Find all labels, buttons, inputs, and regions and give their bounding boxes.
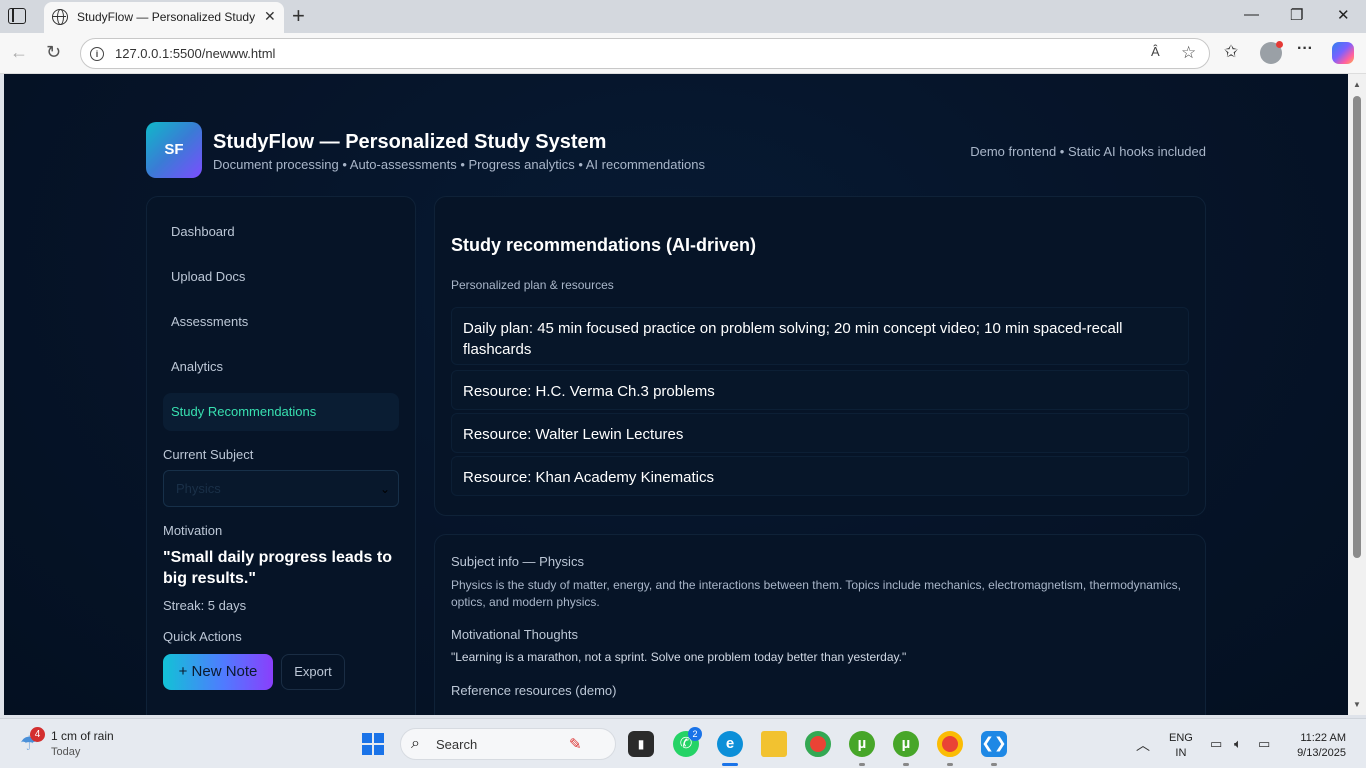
sidebar-item-dashboard[interactable]: Dashboard bbox=[163, 213, 399, 251]
recommendation-item: Resource: Walter Lewin Lectures bbox=[451, 413, 1189, 453]
weather-day: Today bbox=[51, 746, 81, 758]
app-indicator bbox=[947, 763, 953, 766]
browser-tab-bar: StudyFlow — Personalized Study S ✕ + — ❐… bbox=[0, 0, 1366, 33]
clock-time: 11:22 AM bbox=[1300, 732, 1346, 744]
region-code: IN bbox=[1175, 747, 1187, 759]
chevron-down-icon: ⌄ bbox=[379, 482, 390, 496]
recommendation-item: Resource: Khan Academy Kinematics bbox=[451, 456, 1189, 496]
page-scrollbar[interactable]: ▲ ▼ bbox=[1348, 74, 1366, 715]
app-indicator bbox=[903, 763, 909, 766]
recommendations-card: Study recommendations (AI-driven) Person… bbox=[434, 196, 1206, 516]
new-note-button[interactable]: + New Note bbox=[163, 654, 273, 690]
language-code: ENG bbox=[1169, 732, 1193, 744]
recommendation-item: Daily plan: 45 min focused practice on p… bbox=[451, 307, 1189, 365]
minimize-button[interactable]: — bbox=[1244, 6, 1259, 23]
scroll-up-icon[interactable]: ▲ bbox=[1353, 80, 1361, 89]
subject-info-heading: Subject info — Physics bbox=[451, 554, 584, 569]
address-bar-row: ← ↻ i 127.0.0.1:5500/newww.html Â ☆ ✩ ·… bbox=[0, 33, 1366, 74]
profile-notification-dot bbox=[1276, 41, 1283, 48]
app-indicator bbox=[859, 763, 865, 766]
scroll-down-icon[interactable]: ▼ bbox=[1353, 700, 1361, 709]
back-arrow-icon[interactable]: ← bbox=[10, 42, 28, 63]
info-icon[interactable]: i bbox=[90, 47, 104, 61]
restore-button[interactable]: ❐ bbox=[1290, 6, 1303, 24]
utorrent-icon[interactable]: µ bbox=[849, 731, 875, 757]
weather-badge: 4 bbox=[30, 727, 45, 742]
search-highlight-icon: ✎ bbox=[569, 736, 582, 753]
app-logo: SF bbox=[146, 122, 202, 178]
favorites-icon[interactable]: ✩ bbox=[1224, 42, 1238, 62]
close-window-button[interactable]: ✕ bbox=[1337, 6, 1350, 24]
subject-info-card: Subject info — Physics Physics is the st… bbox=[434, 534, 1206, 715]
url-field[interactable]: i 127.0.0.1:5500/newww.html Â ☆ bbox=[80, 38, 1210, 69]
recommendations-subtitle: Personalized plan & resources bbox=[451, 278, 614, 292]
clock-date: 9/13/2025 bbox=[1297, 747, 1346, 759]
export-button[interactable]: Export bbox=[281, 654, 345, 690]
sidebar-item-analytics[interactable]: Analytics bbox=[163, 348, 399, 386]
page-viewport: SF StudyFlow — Personalized Study System… bbox=[4, 74, 1348, 715]
app-subtitle: Document processing • Auto-assessments •… bbox=[213, 157, 705, 172]
task-view-icon[interactable]: ▮ bbox=[628, 731, 654, 757]
sidebar-item-study-recommendations[interactable]: Study Recommendations bbox=[163, 393, 399, 431]
reference-resources-label: Reference resources (demo) bbox=[451, 683, 617, 698]
chrome-icon[interactable] bbox=[805, 731, 831, 757]
new-tab-button[interactable]: + bbox=[292, 3, 305, 29]
recommendation-item: Resource: H.C. Verma Ch.3 problems bbox=[451, 370, 1189, 410]
search-icon: ⌕ bbox=[411, 735, 420, 752]
edge-active-indicator bbox=[722, 763, 738, 766]
tab-close-icon[interactable]: ✕ bbox=[264, 8, 276, 25]
motivational-thought: "Learning is a marathon, not a sprint. S… bbox=[451, 650, 907, 664]
url-text[interactable]: 127.0.0.1:5500/newww.html bbox=[115, 46, 275, 61]
tab-actions-icon[interactable] bbox=[8, 8, 26, 24]
tab-title: StudyFlow — Personalized Study S bbox=[77, 10, 257, 24]
network-icon[interactable]: ▭ bbox=[1210, 736, 1222, 752]
vscode-icon[interactable]: ❮❯ bbox=[981, 731, 1007, 757]
weather-text[interactable]: 1 cm of rain bbox=[51, 729, 114, 743]
subject-description: Physics is the study of matter, energy, … bbox=[451, 578, 1181, 609]
app-meta: Demo frontend • Static AI hooks included bbox=[970, 144, 1206, 159]
app-title: StudyFlow — Personalized Study System bbox=[213, 131, 607, 153]
copilot-icon[interactable] bbox=[1332, 42, 1354, 64]
motivation-label: Motivation bbox=[163, 523, 223, 538]
app-indicator bbox=[991, 763, 997, 766]
search-placeholder: Search bbox=[436, 737, 478, 752]
subject-select[interactable]: Physics ⌄ bbox=[163, 470, 399, 507]
sidebar-item-upload-docs[interactable]: Upload Docs bbox=[163, 258, 399, 296]
whatsapp-badge: 2 bbox=[688, 727, 702, 741]
scroll-thumb[interactable] bbox=[1353, 96, 1361, 558]
taskbar: ☂ 4 1 cm of rain Today ⌕ Search ✎ ▮ ✆ 2 … bbox=[0, 718, 1366, 768]
motivation-quote: "Small daily progress leads to big resul… bbox=[163, 549, 392, 587]
current-subject-label: Current Subject bbox=[163, 447, 254, 462]
taskbar-search[interactable]: ⌕ Search ✎ bbox=[400, 728, 616, 760]
refresh-icon[interactable]: ↻ bbox=[46, 42, 61, 63]
windows-start-icon[interactable] bbox=[362, 733, 384, 755]
tray-expand-icon[interactable]: ︿ bbox=[1136, 735, 1150, 755]
more-menu-icon[interactable]: ··· bbox=[1297, 40, 1313, 58]
read-aloud-icon[interactable]: Â bbox=[1151, 44, 1160, 59]
favorite-star-icon[interactable]: ☆ bbox=[1181, 43, 1196, 63]
clock[interactable]: 11:22 AM 9/13/2025 bbox=[1297, 731, 1346, 761]
file-explorer-icon[interactable] bbox=[761, 731, 787, 757]
sidebar-item-assessments[interactable]: Assessments bbox=[163, 303, 399, 341]
browser-tab[interactable]: StudyFlow — Personalized Study S ✕ bbox=[44, 2, 284, 33]
sidebar: Dashboard Upload Docs Assessments Analyt… bbox=[146, 196, 416, 715]
subject-select-value: Physics bbox=[176, 481, 221, 496]
quick-actions-label: Quick Actions bbox=[163, 629, 242, 644]
motivational-thoughts-label: Motivational Thoughts bbox=[451, 627, 578, 642]
volume-icon[interactable]: 🔈︎ bbox=[1234, 736, 1242, 752]
utorrent-icon[interactable]: µ bbox=[893, 731, 919, 757]
edge-icon[interactable]: e bbox=[717, 731, 743, 757]
language-indicator[interactable]: ENG IN bbox=[1169, 731, 1193, 761]
recommendations-title: Study recommendations (AI-driven) bbox=[451, 235, 757, 255]
battery-icon[interactable]: ▭ bbox=[1258, 736, 1270, 752]
globe-icon bbox=[52, 9, 68, 25]
streak-text: Streak: 5 days bbox=[163, 598, 247, 613]
chrome-icon[interactable] bbox=[937, 731, 963, 757]
